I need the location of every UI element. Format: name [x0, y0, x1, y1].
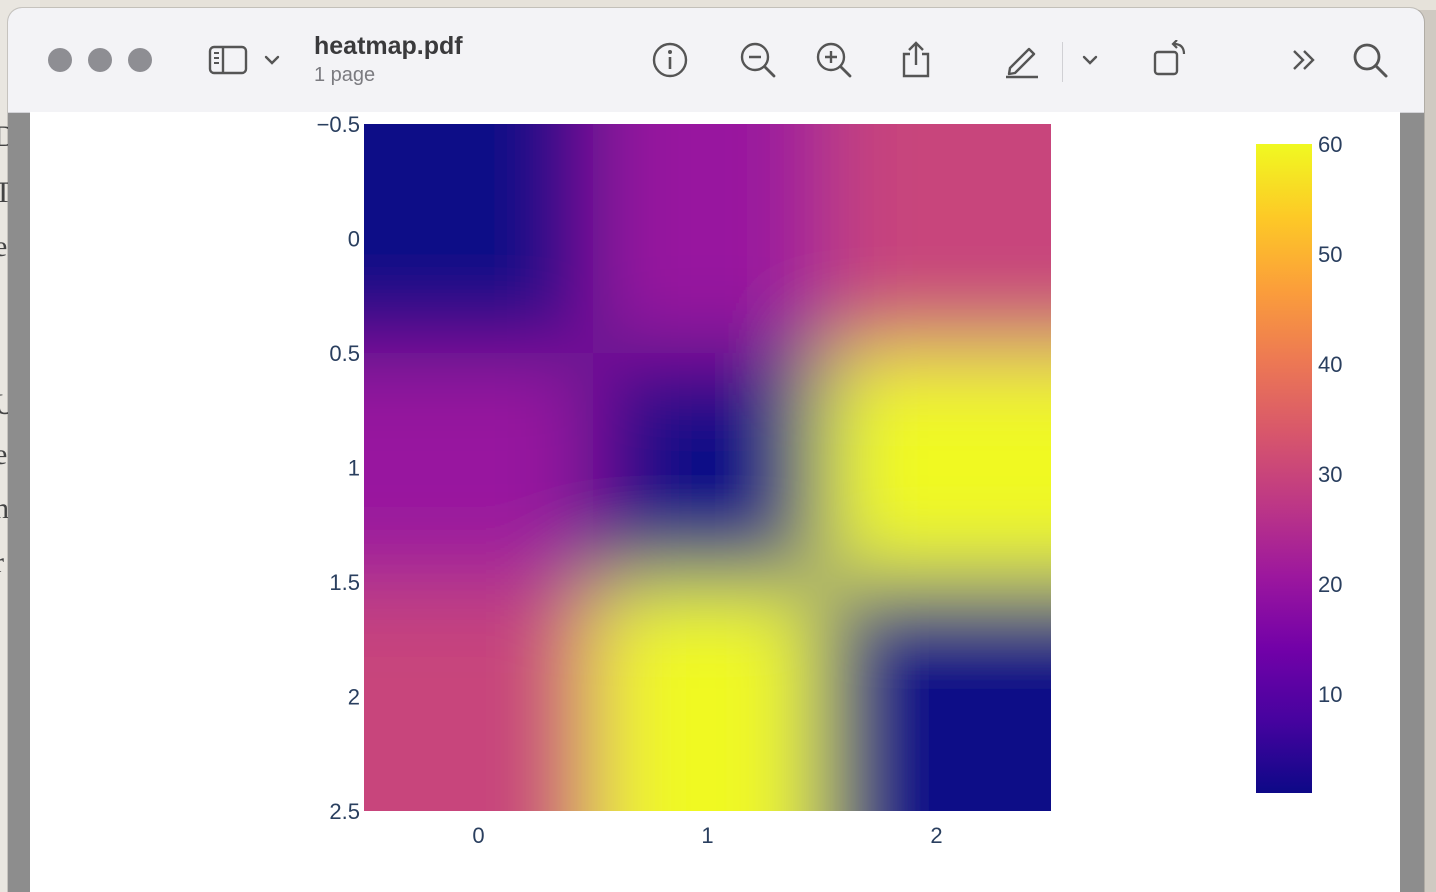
heatmap-cell [593, 124, 822, 353]
heatmap-cell [364, 124, 593, 353]
toolbar: heatmap.pdf 1 page [8, 8, 1424, 113]
sidebar-icon[interactable] [208, 40, 248, 80]
zoom-in-icon[interactable] [814, 40, 854, 80]
y-tick-label: 1.5 [329, 570, 360, 595]
share-icon[interactable] [896, 40, 936, 80]
minimize-button[interactable] [88, 48, 112, 72]
search-icon[interactable] [1350, 40, 1390, 80]
heatmap-cell [822, 124, 1051, 353]
heatmap-cell [822, 582, 1051, 811]
x-tick-label: 0 [472, 823, 484, 848]
y-tick-label: 2.5 [329, 799, 360, 824]
heatmap-plot-area [364, 124, 1051, 811]
markup-pen-icon[interactable] [1002, 40, 1042, 80]
close-button[interactable] [48, 48, 72, 72]
y-tick-label: 1 [348, 456, 360, 481]
y-tick-label: 0.5 [329, 341, 360, 366]
rotate-icon[interactable] [1150, 39, 1190, 80]
heatmap-chart: −0.5 0 0.5 1 1.5 2 2.5 0 1 2 10 20 30 40 50 60 [317, 112, 1343, 848]
colorbar-tick-label: 10 [1318, 682, 1342, 707]
colorbar-tick-label: 40 [1318, 352, 1342, 377]
toolbar-divider [1062, 42, 1063, 82]
colorbar [1256, 144, 1312, 793]
heatmap-cell [822, 353, 1051, 582]
more-chevrons-icon[interactable] [1284, 40, 1324, 80]
x-tick-label: 2 [930, 823, 942, 848]
y-tick-label: 2 [348, 685, 360, 710]
colorbar-tick-label: 60 [1318, 132, 1342, 157]
info-icon[interactable] [650, 40, 690, 80]
colorbar-tick-label: 50 [1318, 242, 1342, 267]
zoom-out-icon[interactable] [738, 40, 778, 80]
x-tick-label: 1 [701, 823, 713, 848]
colorbar-tick-label: 30 [1318, 462, 1342, 487]
y-tick-label: 0 [348, 227, 360, 252]
colorbar-tick-label: 20 [1318, 572, 1342, 597]
pdf-page: −0.5 0 0.5 1 1.5 2 2.5 0 1 2 10 20 30 40 50 60 [30, 112, 1400, 892]
y-tick-label: −0.5 [317, 112, 360, 137]
heatmap-cell [593, 353, 822, 582]
chevron-down-icon[interactable] [1078, 40, 1102, 80]
heatmap-cell [364, 582, 593, 811]
zoom-window-button[interactable] [128, 48, 152, 72]
document-title: heatmap.pdf [314, 32, 463, 60]
heatmap-cell [364, 353, 593, 582]
chevron-down-icon[interactable] [260, 40, 284, 80]
page-count: 1 page [314, 64, 376, 86]
preview-window: heatmap.pdf 1 page −0.5 0 0.5 1 1.5 2 2.… [8, 8, 1424, 892]
